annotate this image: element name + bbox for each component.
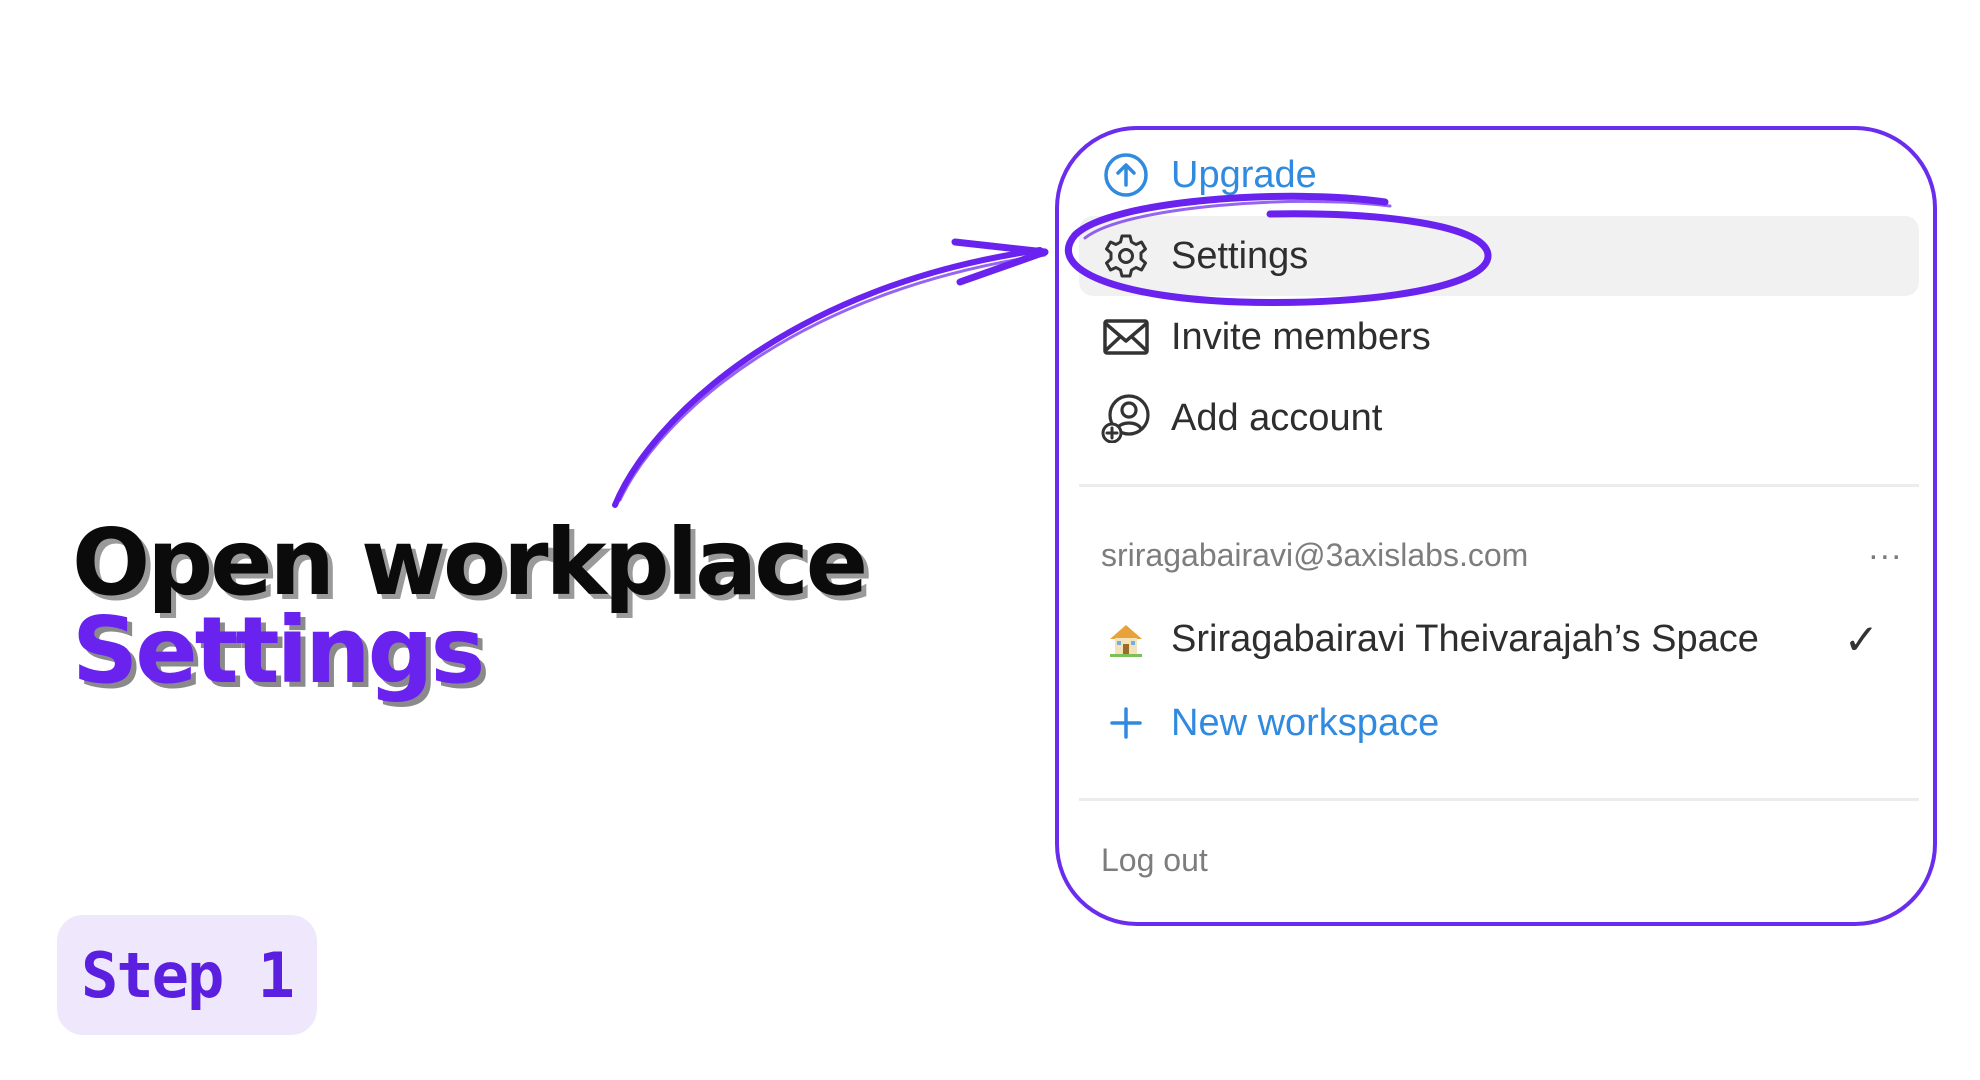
menu-item-label: Settings bbox=[1171, 234, 1309, 277]
step-badge-label: Step 1 bbox=[81, 938, 295, 1012]
workspace-item[interactable]: Sriragabairavi Theivarajah’s Space ✓ bbox=[1079, 599, 1919, 679]
step-badge: Step 1 bbox=[57, 915, 317, 1035]
plus-icon bbox=[1101, 698, 1151, 748]
envelope-icon bbox=[1101, 312, 1151, 362]
menu-item-label: Add account bbox=[1171, 396, 1383, 439]
checkmark-icon: ✓ bbox=[1843, 615, 1879, 663]
menu-item-label: Invite members bbox=[1171, 315, 1431, 358]
account-menu: Upgrade Settings Invite members Add acco… bbox=[1055, 126, 1937, 926]
gear-icon bbox=[1101, 231, 1151, 281]
headline: Open workplace Settings bbox=[72, 515, 868, 704]
new-workspace-button[interactable]: New workspace bbox=[1079, 683, 1919, 763]
more-options-button[interactable]: ... bbox=[1869, 531, 1903, 572]
menu-divider bbox=[1079, 798, 1919, 801]
menu-item-label: Upgrade bbox=[1171, 153, 1317, 196]
headline-line-2: Settings bbox=[72, 597, 485, 704]
account-row: sriragabairavi@3axislabs.com ... bbox=[1079, 530, 1919, 580]
add-user-icon bbox=[1101, 393, 1151, 443]
menu-divider bbox=[1079, 484, 1919, 487]
menu-item-settings[interactable]: Settings bbox=[1079, 216, 1919, 296]
workspace-name: Sriragabairavi Theivarajah’s Space bbox=[1171, 617, 1759, 660]
account-email: sriragabairavi@3axislabs.com bbox=[1101, 536, 1529, 573]
menu-item-upgrade[interactable]: Upgrade bbox=[1079, 135, 1919, 215]
hand-drawn-arrow-icon bbox=[612, 238, 1049, 508]
house-icon bbox=[1101, 614, 1151, 664]
menu-item-add-account[interactable]: Add account bbox=[1079, 378, 1919, 458]
menu-item-label: New workspace bbox=[1171, 701, 1440, 744]
arrow-up-circle-icon bbox=[1101, 150, 1151, 200]
menu-item-invite-members[interactable]: Invite members bbox=[1079, 297, 1919, 377]
logout-button[interactable]: Log out bbox=[1101, 842, 1208, 879]
